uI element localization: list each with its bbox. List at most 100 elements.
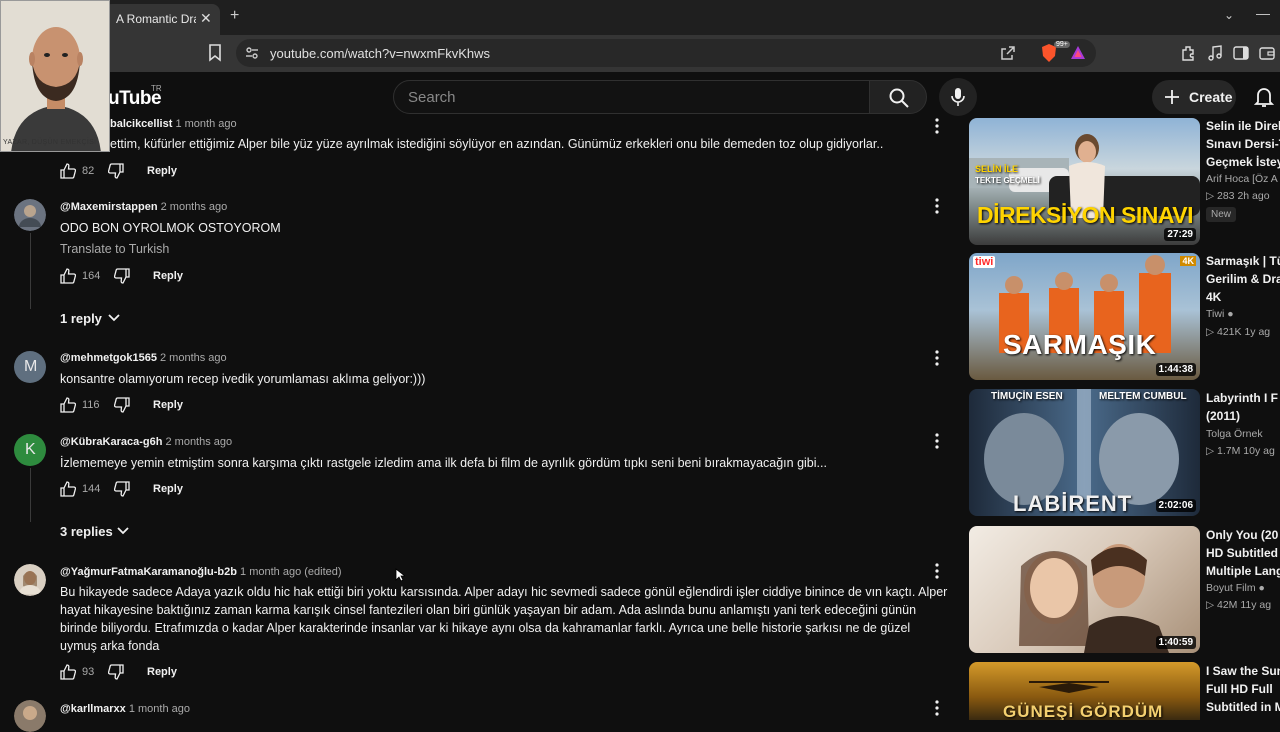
comment-time[interactable]: 1 month ago (edited) (240, 566, 342, 578)
avatar[interactable] (14, 199, 46, 231)
more-actions-icon[interactable] (935, 563, 939, 579)
avatar[interactable] (14, 700, 46, 732)
more-actions-icon[interactable] (935, 118, 939, 134)
comment-author[interactable]: @karllmarxx 1 month ago (60, 703, 190, 715)
address-bar[interactable]: youtube.com/watch?v=nwxmFkvKhws 99+ (236, 39, 1096, 67)
sidebar-panel-icon[interactable] (1232, 44, 1250, 62)
channel-label: Tiwi (1206, 308, 1225, 320)
comment-time[interactable]: 2 months ago (161, 201, 228, 213)
reply-button[interactable]: Reply (153, 483, 183, 495)
tab-close-icon[interactable]: ✕ (200, 10, 212, 27)
mouse-cursor-icon (395, 568, 405, 582)
search-input[interactable]: Search (393, 80, 870, 114)
channel-name[interactable]: Tiwi ● (1206, 308, 1234, 320)
video-thumbnail[interactable]: SELİN İLE TEKTE GEÇMELİ DİREKSİYON SINAV… (969, 118, 1200, 245)
rewards-icon[interactable] (1070, 45, 1086, 61)
like-icon[interactable] (60, 397, 76, 413)
channel-name[interactable]: Tolga Örnek (1206, 428, 1263, 440)
dislike-icon[interactable] (108, 163, 124, 179)
comment-time[interactable]: 2 months ago (165, 436, 232, 448)
reply-button[interactable]: Reply (153, 399, 183, 411)
create-button[interactable]: Create (1152, 80, 1236, 114)
like-count: 144 (82, 483, 101, 495)
reply-button[interactable]: Reply (147, 165, 177, 177)
site-info-icon[interactable] (244, 45, 260, 61)
like-count: 164 (82, 270, 101, 282)
author-handle[interactable]: @mehmetgok1565 (60, 352, 157, 364)
wallet-icon[interactable] (1258, 44, 1276, 62)
author-handle[interactable]: @YağmurFatmaKaramanoğlu-b2b (60, 566, 237, 578)
comment-text: ettim, küfürler ettiğimiz Alper bile yüz… (110, 137, 884, 151)
dislike-icon[interactable] (108, 664, 124, 680)
reply-button[interactable]: Reply (153, 270, 183, 282)
comment-author[interactable]: @YağmurFatmaKaramanoğlu-b2b 1 month ago … (60, 566, 342, 578)
like-icon[interactable] (60, 163, 76, 179)
comment-author[interactable]: @KübraKaraca-g6h 2 months ago (60, 436, 232, 448)
video-title-line: Only You (20 (1206, 528, 1279, 542)
browser-tab[interactable]: A Romantic Dram ✕ (104, 4, 220, 35)
video-title[interactable]: Only You (20 HD Subtitled Multiple Lang (1206, 526, 1280, 580)
youtube-header: uTube TR Search Create (0, 72, 1280, 120)
video-title-line: Gerilim & Dra (1206, 272, 1280, 286)
more-actions-icon[interactable] (935, 700, 939, 716)
thread-line (30, 468, 31, 522)
more-actions-icon[interactable] (935, 350, 939, 366)
video-title[interactable]: I Saw the Sun Full HD Full Subtitled in M (1206, 662, 1280, 716)
comment-author[interactable]: balcikcellist 1 month ago (110, 118, 237, 130)
replies-toggle[interactable]: 1 reply (60, 311, 120, 326)
search-placeholder: Search (408, 89, 456, 106)
comment-author[interactable]: @Maxemirstappen 2 months ago (60, 201, 227, 213)
webcam-overlay: YAZAR, DÜŞÜN EMEKÇİSİ (0, 0, 110, 152)
more-actions-icon[interactable] (935, 433, 939, 449)
author-handle[interactable]: @Maxemirstappen (60, 201, 158, 213)
video-thumbnail[interactable]: tiwi 4K SARMAŞIK 1:44:38 (969, 253, 1200, 380)
comment-text: İzlememeye yemin etmiştim sonra karşıma … (60, 456, 827, 470)
replies-toggle[interactable]: 3 replies (60, 524, 129, 539)
like-icon[interactable] (60, 268, 76, 284)
avatar[interactable]: K (14, 434, 46, 466)
media-music-icon[interactable] (1206, 44, 1224, 62)
dislike-icon[interactable] (114, 481, 130, 497)
video-title-line: HD Subtitled (1206, 546, 1278, 560)
thumbnail-text: TİMUÇİN ESEN (991, 391, 1063, 402)
search-button[interactable] (869, 80, 927, 114)
comment-author[interactable]: @mehmetgok1565 2 months ago (60, 352, 227, 364)
video-title-line: (2011) (1206, 409, 1241, 423)
like-icon[interactable] (60, 664, 76, 680)
dislike-icon[interactable] (114, 268, 130, 284)
reply-button[interactable]: Reply (147, 666, 177, 678)
video-title[interactable]: Labyrinth I F (2011) (1206, 389, 1280, 425)
voice-search-button[interactable] (939, 78, 977, 116)
new-tab-icon[interactable]: + (230, 7, 239, 25)
tab-search-chevron-icon[interactable]: ⌄ (1224, 8, 1234, 22)
comment-time[interactable]: 1 month ago (129, 703, 190, 715)
like-count: 82 (82, 165, 95, 177)
author-handle[interactable]: @karllmarxx (60, 703, 126, 715)
more-actions-icon[interactable] (935, 198, 939, 214)
comment-time[interactable]: 2 months ago (160, 352, 227, 364)
video-title[interactable]: Sarmaşık | Tü Gerilim & Dra 4K (1206, 252, 1280, 306)
video-thumbnail[interactable]: 1:40:59 (969, 526, 1200, 653)
share-icon[interactable] (1000, 45, 1016, 61)
comment-time[interactable]: 1 month ago (175, 118, 236, 130)
dislike-icon[interactable] (114, 397, 130, 413)
video-age: 11y ag (1240, 599, 1272, 611)
video-thumbnail[interactable]: TİMUÇİN ESEN MELTEM CUMBUL LABİRENT 2:02… (969, 389, 1200, 516)
channel-name[interactable]: Boyut Film ● (1206, 582, 1265, 594)
avatar[interactable]: M (14, 351, 46, 383)
channel-name[interactable]: Arif Hoca [Öz A (1206, 173, 1278, 185)
like-icon[interactable] (60, 481, 76, 497)
bookmark-icon[interactable] (208, 44, 222, 62)
notifications-bell-icon[interactable] (1254, 86, 1274, 108)
translate-link[interactable]: Translate to Turkish (60, 242, 169, 256)
minimize-icon[interactable]: — (1256, 5, 1270, 21)
author-handle[interactable]: @KübraKaraca-g6h (60, 436, 162, 448)
video-duration: 1:44:38 (1155, 363, 1196, 376)
thumbnail-text: LABİRENT (1013, 491, 1133, 516)
video-title[interactable]: Selin ile Direk Sınavı Dersi-T Geçmek İste… (1206, 117, 1280, 171)
video-duration: 27:29 (1164, 228, 1196, 241)
avatar[interactable] (14, 564, 46, 596)
video-thumbnail[interactable]: GÜNEŞİ GÖRDÜM (969, 662, 1200, 720)
extensions-icon[interactable] (1180, 44, 1198, 62)
author-handle[interactable]: balcikcellist (110, 118, 172, 130)
